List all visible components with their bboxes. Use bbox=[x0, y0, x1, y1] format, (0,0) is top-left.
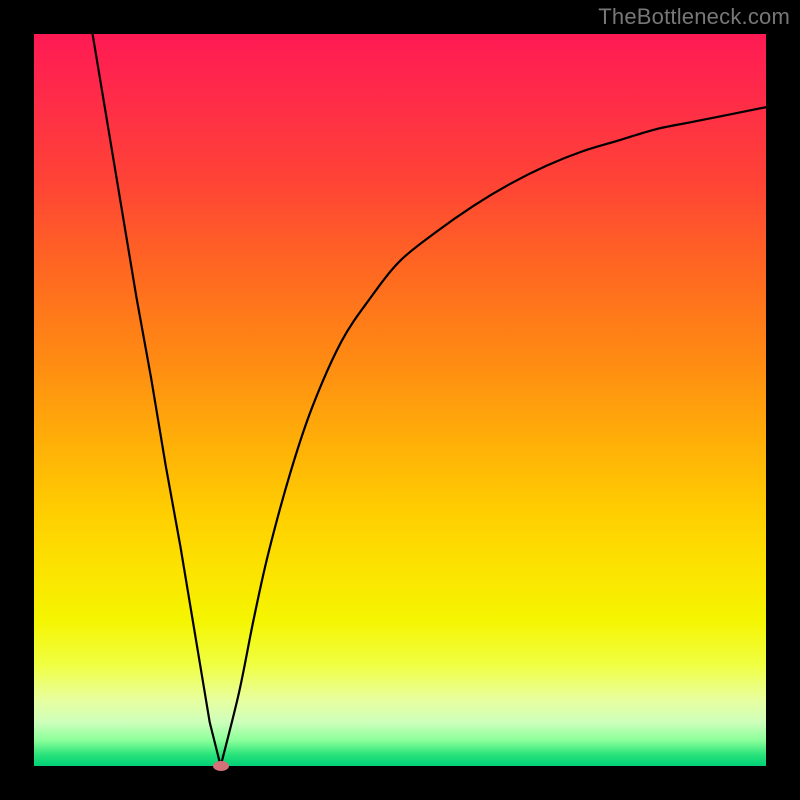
chart-frame: TheBottleneck.com bbox=[0, 0, 800, 800]
watermark-text: TheBottleneck.com bbox=[598, 4, 790, 30]
vertex-dot bbox=[213, 761, 229, 771]
plot-area bbox=[34, 34, 766, 766]
bottleneck-curve bbox=[93, 34, 766, 766]
curve-svg bbox=[34, 34, 766, 766]
